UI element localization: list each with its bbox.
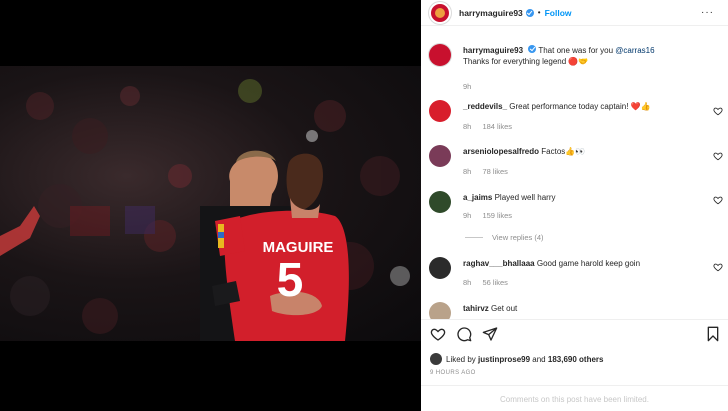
comment-avatar[interactable]: [429, 191, 451, 213]
comment-time: 8h: [463, 122, 472, 131]
comments-list[interactable]: harrymaguire93 That one was for you @car…: [421, 36, 728, 319]
comment-text: a_jaims Played well harry: [463, 192, 703, 203]
caption-text: harrymaguire93 That one was for you @car…: [463, 45, 703, 67]
separator-dot: •: [537, 8, 541, 17]
comment-avatar[interactable]: [429, 257, 451, 279]
caption-time: 9h: [463, 82, 472, 91]
comment-text: raghav___bhallaaa Good game harold keep …: [463, 258, 703, 269]
share-icon[interactable]: [482, 326, 498, 342]
likes-summary: Liked by justinprose99 and 183,690 other…: [430, 353, 603, 365]
comment-username[interactable]: arseniolopesalfredo: [463, 147, 539, 156]
comment-icon[interactable]: [456, 326, 472, 342]
likes-middle: and: [532, 354, 546, 364]
verified-icon: [528, 45, 537, 53]
bookmark-icon[interactable]: [706, 326, 720, 342]
comments-limited-notice: Comments on this post have been limited.: [421, 385, 728, 411]
verified-icon: [525, 8, 534, 17]
more-icon[interactable]: ···: [701, 7, 714, 18]
comment-username[interactable]: tahirvz: [463, 304, 489, 313]
follow-button[interactable]: Follow: [545, 8, 572, 18]
author-username[interactable]: harrymaguire93: [459, 8, 523, 18]
comment-time: 8h: [463, 278, 472, 287]
comment-body: Get out: [491, 304, 518, 313]
comment-body: Factos👍👀: [541, 147, 586, 156]
comment-likes[interactable]: 159 likes: [482, 211, 512, 220]
post-photo[interactable]: MAGUIRE 5: [0, 66, 421, 341]
liker-avatar[interactable]: [430, 353, 442, 365]
comment-likes[interactable]: 56 likes: [482, 278, 507, 287]
view-replies-row: View replies (4): [429, 233, 719, 245]
comment-text: arseniolopesalfredo Factos👍👀: [463, 146, 703, 157]
post-actions: Liked by justinprose99 and 183,690 other…: [421, 319, 728, 411]
caption-line2: Thanks for everything legend 🔴🤝: [463, 57, 589, 66]
caption-body: That one was for you: [538, 46, 614, 55]
comment-likes[interactable]: 184 likes: [482, 122, 512, 131]
instagram-post-view: MAGUIRE 5 harrymaguire93 • Follow ··· ha…: [0, 0, 728, 411]
comment-meta: 8h 56 likes: [463, 278, 517, 287]
view-replies-button[interactable]: View replies (4): [465, 233, 544, 242]
post-side-panel: harrymaguire93 • Follow ··· harrymaguire…: [421, 0, 728, 411]
comment-username[interactable]: a_jaims: [463, 193, 492, 202]
comment-meta: 9h 159 likes: [463, 211, 521, 220]
heart-icon[interactable]: [430, 326, 446, 342]
comment-username[interactable]: raghav___bhallaaa: [463, 259, 535, 268]
caption-meta: 9h: [463, 82, 480, 91]
post-header: harrymaguire93 • Follow ···: [421, 0, 728, 26]
comment-meta: 8h 78 likes: [463, 167, 517, 176]
caption-mention[interactable]: @carras16: [615, 46, 654, 55]
comment-body: Good game harold keep goin: [536, 259, 641, 268]
comment-time: 9h: [463, 211, 472, 220]
replies-line: [465, 237, 483, 238]
comment-body: Great performance today captain! ❤️👍: [509, 102, 651, 111]
comment-avatar[interactable]: [429, 100, 451, 122]
view-replies-label[interactable]: View replies (4): [492, 233, 544, 242]
comment-avatar[interactable]: [429, 302, 451, 319]
heart-icon[interactable]: [713, 151, 723, 161]
liker-username[interactable]: justinprose99: [478, 355, 530, 364]
author-avatar[interactable]: [429, 1, 451, 24]
post-time-ago[interactable]: 9 HOURS AGO: [430, 370, 476, 376]
comment-meta: 8h 184 likes: [463, 122, 521, 131]
caption-username[interactable]: harrymaguire93: [463, 46, 523, 55]
comment-likes[interactable]: 78 likes: [482, 167, 507, 176]
comment-body: Played well harry: [494, 193, 556, 202]
author-avatar-small[interactable]: [429, 44, 451, 66]
comment-username[interactable]: _reddevils_: [463, 102, 507, 111]
comment-time: 8h: [463, 167, 472, 176]
comment-avatar[interactable]: [429, 145, 451, 167]
comment-text: tahirvz Get out: [463, 303, 703, 314]
comment-text: _reddevils_ Great performance today capt…: [463, 101, 703, 112]
action-icons: [430, 326, 498, 342]
heart-icon[interactable]: [713, 262, 723, 272]
heart-icon[interactable]: [713, 106, 723, 116]
likes-count[interactable]: 183,690 others: [548, 355, 604, 364]
media-pane: MAGUIRE 5: [0, 0, 421, 411]
heart-icon[interactable]: [713, 195, 723, 205]
likes-prefix: Liked by: [446, 354, 476, 364]
photo-illustration: MAGUIRE 5: [0, 79, 410, 341]
jersey-number: 5: [277, 254, 304, 307]
